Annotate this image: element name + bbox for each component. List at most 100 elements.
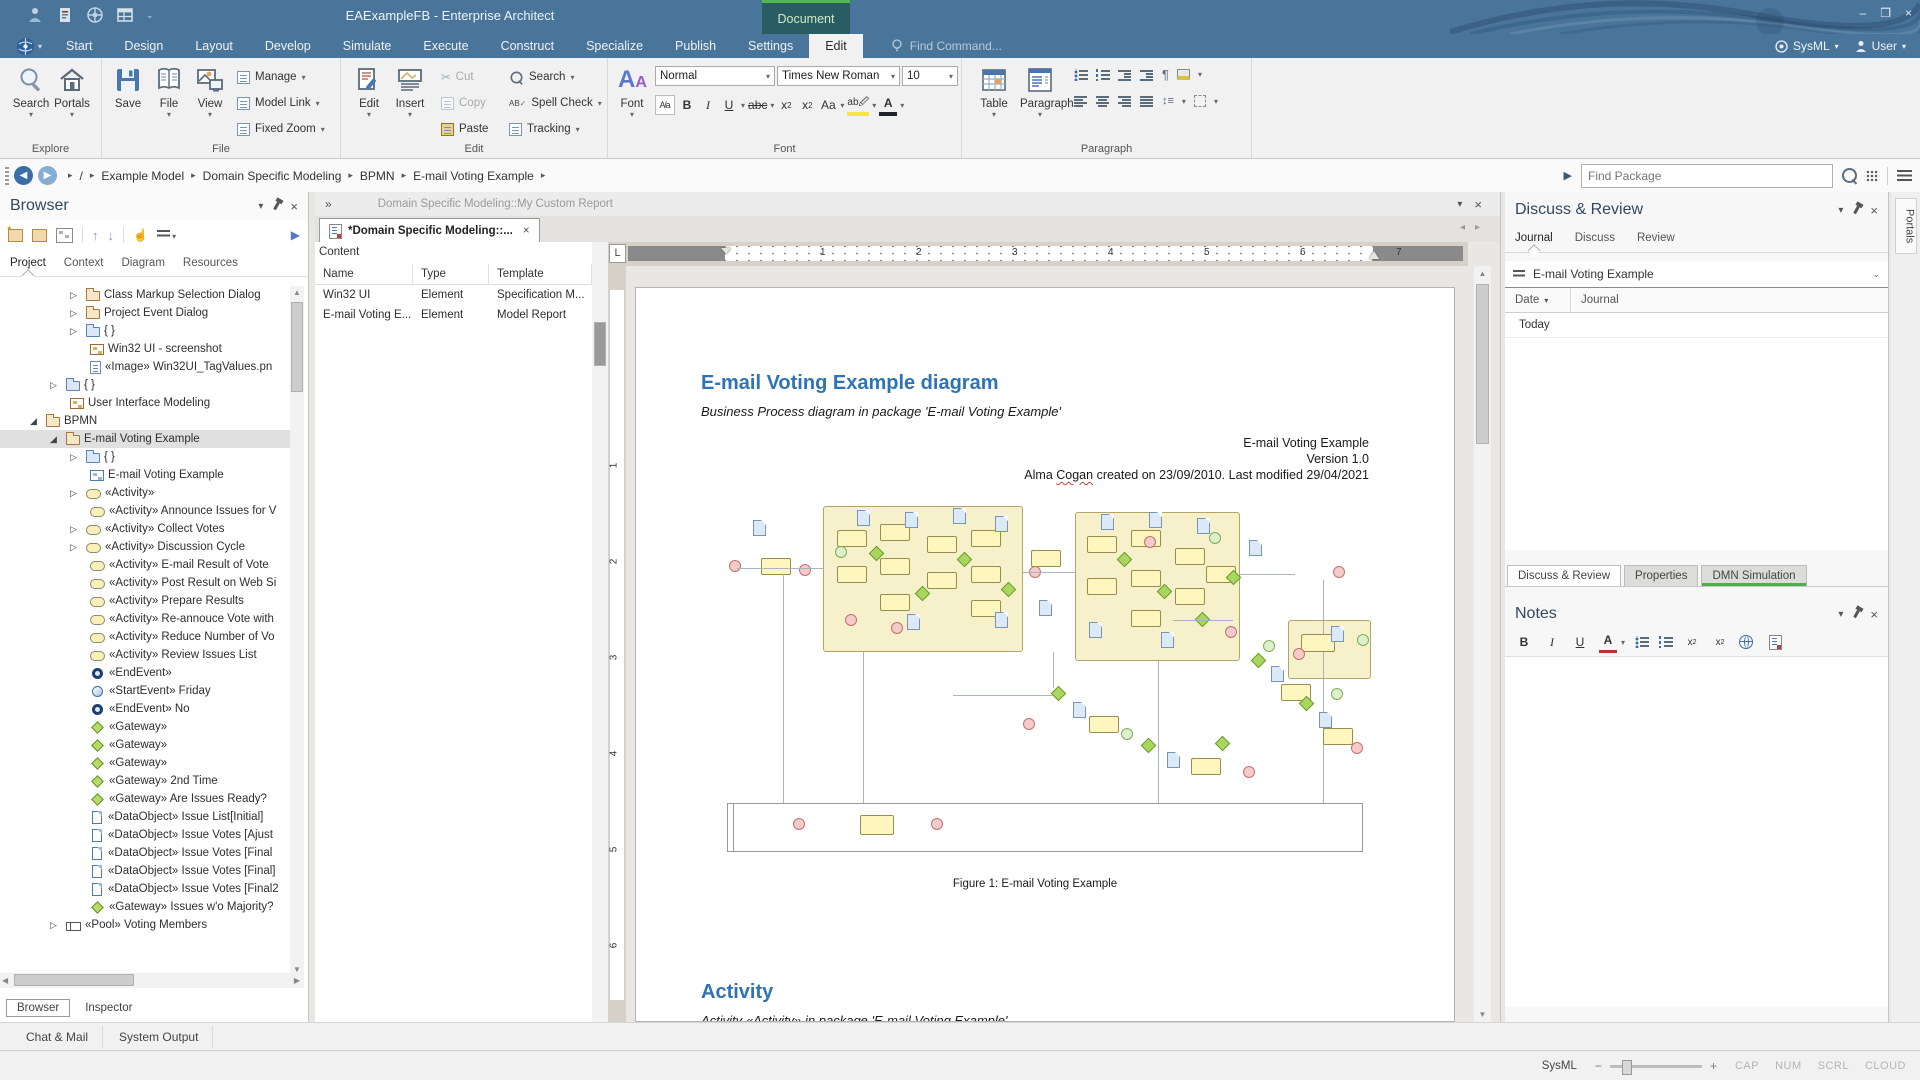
ribbon-tab-start[interactable]: Start (50, 34, 108, 58)
notes-close-icon[interactable]: × (1870, 607, 1878, 622)
chevrons-icon[interactable]: » (325, 197, 332, 211)
window-icon[interactable] (116, 6, 134, 24)
shading-caret-icon[interactable]: ▾ (1198, 70, 1202, 79)
qat-dropdown-caret-icon[interactable]: ⌄ (146, 10, 154, 21)
expand-expanded-icon[interactable]: ◢ (30, 416, 46, 427)
tree-item-class-markup-selection-dialog[interactable]: ▷Class Markup Selection Dialog (0, 286, 290, 304)
journal-column-header[interactable]: Journal (1571, 294, 1619, 306)
tree-item-activity-e-mail-result-of-vote[interactable]: «Activity» E-mail Result of Vote (0, 556, 290, 574)
minimize-button[interactable]: – (1860, 6, 1867, 20)
tree-item-startevent-friday[interactable]: «StartEvent» Friday (0, 682, 290, 700)
tree-item-dataobject-issue-list-initial[interactable]: «DataObject» Issue List[Initial] (0, 808, 290, 826)
browser-menu-caret-icon[interactable]: ▾ (258, 201, 263, 212)
ribbon-tab-settings[interactable]: Settings (732, 34, 809, 58)
change-case-button[interactable]: Aa (819, 96, 837, 114)
expand-expanded-icon[interactable]: ◢ (50, 434, 66, 445)
tree-item-activity-review-issues-list[interactable]: «Activity» Review Issues List (0, 646, 290, 664)
fixed-zoom-button[interactable]: Fixed Zoom▾ (237, 118, 337, 140)
document-contextual-tab[interactable]: Document (762, 0, 850, 34)
table-row[interactable]: E-mail Voting E...ElementModel Report (315, 305, 592, 325)
move-up-icon[interactable]: ↑ (92, 228, 99, 243)
bullet-list-button[interactable] (1074, 69, 1088, 81)
font-color-button[interactable]: A (879, 94, 897, 116)
locate-icon[interactable]: ☝ (133, 228, 148, 242)
insert-button[interactable]: Insert▾ (390, 64, 430, 119)
package-grid-icon[interactable] (1866, 170, 1878, 182)
ribbon-tab-simulate[interactable]: Simulate (327, 34, 408, 58)
navigate-forward-button[interactable]: ▶ (38, 166, 57, 185)
indent-marker-icon[interactable] (721, 248, 731, 254)
document-page[interactable]: E-mail Voting Example diagram Business P… (635, 287, 1455, 1022)
table-row[interactable]: Win32 UIElementSpecification M... (315, 285, 592, 305)
tree-item-gateway-2nd-time[interactable]: «Gateway» 2nd Time (0, 772, 290, 790)
expand-arrow-icon[interactable]: ▶ (1564, 169, 1572, 182)
highlight-caret-icon[interactable]: ▾ (872, 101, 876, 110)
tree-item-activity-collect-votes[interactable]: ▷«Activity» Collect Votes (0, 520, 290, 538)
column-header-type[interactable]: Type (413, 264, 489, 284)
find-package-search-icon[interactable] (1842, 168, 1857, 183)
column-header-template[interactable]: Template (489, 264, 592, 284)
hamburger-menu-icon[interactable] (1897, 170, 1912, 181)
save-button[interactable]: Save▾ (108, 64, 148, 119)
model-link-button[interactable]: Model Link▾ (237, 92, 337, 114)
font-button[interactable]: AA Font▾ (612, 64, 652, 119)
browser-tab-context[interactable]: Context (64, 257, 104, 269)
borders-caret-icon[interactable]: ▾ (1214, 97, 1218, 106)
new-package-icon[interactable] (8, 229, 23, 242)
expand-collapsed-icon[interactable]: ▷ (70, 524, 86, 535)
portals-side-tab[interactable]: Portals (1895, 198, 1917, 254)
justify-button[interactable] (1140, 95, 1154, 107)
notes-font-color-button[interactable]: A (1599, 632, 1617, 653)
tree-item-gateway[interactable]: «Gateway» (0, 736, 290, 754)
notes-font-color-caret-icon[interactable]: ▾ (1621, 638, 1625, 647)
browser-expand-icon[interactable]: ▶ (291, 228, 300, 242)
paste-button[interactable]: Paste (441, 118, 503, 140)
view-button[interactable]: View▾ (190, 64, 230, 119)
change-case-caret-icon[interactable]: ▾ (840, 101, 844, 110)
zoom-in-button[interactable]: + (1710, 1059, 1717, 1073)
app-menu-button[interactable]: ▾ (16, 36, 42, 56)
zoom-slider[interactable] (1610, 1065, 1702, 1068)
wheel-icon[interactable] (86, 6, 104, 24)
rtf-editor[interactable]: 1234567 L 123456 E-mail Voting Example d… (608, 242, 1500, 1022)
discuss-tab-journal[interactable]: Journal (1515, 232, 1553, 244)
date-column-header[interactable]: Date▾ (1505, 288, 1571, 312)
tree-item-user-interface-modeling[interactable]: User Interface Modeling (0, 394, 290, 412)
user-menu[interactable]: User▾ (1855, 39, 1906, 53)
perspective-selector[interactable]: SysML▾ (1775, 39, 1839, 53)
tree-item-image-win32ui-tagvalues-pn[interactable]: «Image» Win32UI_TagValues.pn (0, 358, 290, 376)
underline-button[interactable]: U (720, 96, 738, 114)
notes-numbered-list-button[interactable] (1659, 636, 1673, 648)
report-icon[interactable] (56, 6, 74, 24)
tree-item-gateway-issues-w-o-majority[interactable]: «Gateway» Issues w'o Majority? (0, 898, 290, 916)
font-size-select[interactable]: 10▾ (902, 66, 958, 86)
ribbon-tab-execute[interactable]: Execute (407, 34, 484, 58)
tree-vertical-scrollbar[interactable]: ▲ ▼ (290, 286, 304, 976)
discuss-tab-review[interactable]: Review (1637, 232, 1675, 244)
tree-item-e-mail-voting-example[interactable]: ◢E-mail Voting Example (0, 430, 290, 448)
tab-stop-selector[interactable]: L (609, 244, 626, 263)
browser-close-icon[interactable]: × (290, 199, 298, 214)
dock-tab-discuss-review[interactable]: Discuss & Review (1507, 565, 1621, 586)
ribbon-tab-design[interactable]: Design (108, 34, 179, 58)
breadcrumb-item-[interactable]: / (80, 169, 83, 183)
italic-button[interactable]: I (699, 96, 717, 114)
tree-item-activity-post-result-on-web-si[interactable]: «Activity» Post Result on Web Si (0, 574, 290, 592)
manage-button[interactable]: Manage▾ (237, 66, 337, 88)
notes-italic-button[interactable]: I (1543, 633, 1561, 651)
strikethrough-button[interactable]: abc (748, 96, 767, 114)
tree-item-project-event-dialog[interactable]: ▷Project Event Dialog (0, 304, 290, 322)
content-pane-scrollbar[interactable] (592, 242, 608, 1022)
paragraph-button[interactable]: Paragraph▾ (1020, 64, 1060, 119)
dock-tab-dmn-simulation[interactable]: DMN Simulation (1701, 565, 1806, 586)
strikethrough-caret-icon[interactable]: ▾ (770, 101, 774, 110)
breadcrumb-item-domain-specific-modeling[interactable]: Domain Specific Modeling (203, 169, 342, 183)
notes-bold-button[interactable]: B (1515, 633, 1533, 651)
breadcrumb-item-example-model[interactable]: Example Model (101, 169, 184, 183)
bold-button[interactable]: B (678, 96, 696, 114)
tree-item-gateway[interactable]: «Gateway» (0, 754, 290, 772)
ribbon-tab-construct[interactable]: Construct (485, 34, 571, 58)
copy-button[interactable]: Copy (441, 92, 503, 114)
clear-formatting-button[interactable]: A̸a (655, 95, 675, 115)
file-button[interactable]: File▾ (149, 64, 189, 119)
